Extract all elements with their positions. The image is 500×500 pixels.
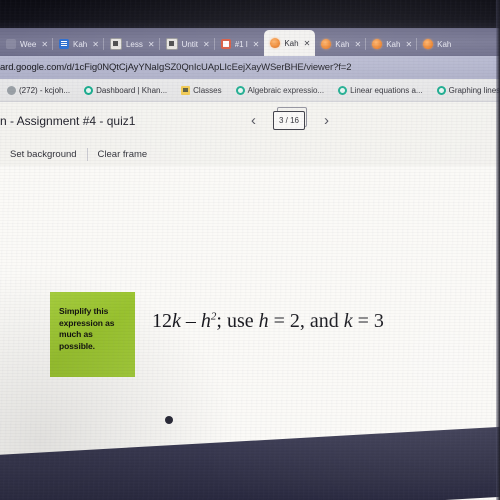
bookmark-label: Algebraic expressio...: [247, 85, 325, 95]
expr-lead: 12: [152, 310, 172, 332]
jamboard-icon: [423, 39, 434, 49]
browser-tab-5[interactable]: #1 l ✕: [213, 32, 265, 56]
blank-icon: [6, 39, 16, 49]
next-frame-button[interactable]: ›: [321, 111, 332, 130]
close-icon[interactable]: ✕: [304, 39, 311, 48]
bookmark-item[interactable]: Linear equations a...: [331, 85, 430, 95]
close-icon[interactable]: ✕: [92, 40, 99, 49]
bookmark-label: Dashboard | Khan...: [96, 85, 168, 95]
khan-academy-icon: [84, 85, 94, 95]
tab-label: Kah: [73, 39, 88, 49]
bookmark-item[interactable]: Classes: [174, 85, 228, 95]
bookmark-label: (272) - kcjoh...: [19, 85, 71, 95]
browser-tab-9[interactable]: Kah: [416, 32, 456, 56]
browser-tab-3[interactable]: Less ✕: [102, 32, 160, 56]
close-icon[interactable]: ✕: [203, 40, 210, 49]
browser-tab-2[interactable]: Kah ✕: [52, 32, 104, 56]
browser-tab-6-active[interactable]: Kah ✕: [264, 30, 316, 56]
tab-label: #1 l: [234, 39, 248, 49]
tab-label: Kah: [284, 38, 299, 48]
expr-var-k2: k: [343, 310, 353, 332]
expr-eq2: = 3: [352, 310, 384, 332]
browser-tab-8[interactable]: Kah ✕: [365, 32, 417, 56]
close-icon[interactable]: ✕: [253, 40, 260, 49]
bookmark-label: Linear equations a...: [350, 85, 423, 95]
tab-label: Wee: [20, 39, 37, 49]
bookmark-item[interactable]: (272) - kcjoh...: [0, 85, 77, 95]
close-icon[interactable]: ✕: [41, 40, 48, 49]
expr-var-k: k: [172, 310, 181, 332]
google-docs-icon: [59, 39, 70, 49]
jamboard-icon: [372, 39, 383, 49]
tab-label: Kah: [386, 39, 401, 49]
google-slides-icon: [109, 38, 122, 50]
blank-page-icon: [165, 38, 178, 50]
browser-tab-7[interactable]: Kah ✕: [314, 32, 366, 56]
khan-academy-icon: [235, 85, 245, 95]
expr-minus: –: [180, 310, 201, 332]
google-classroom-icon: [181, 85, 191, 95]
browser-window: Wee ✕ Kah ✕ Less ✕ Untit ✕ #1 l ✕ Kah ✕ …: [0, 28, 500, 500]
monitor-bezel-top: [0, 0, 500, 28]
app-header: n - Assignment #4 - quiz1 ‹ 3 / 16 ›: [0, 102, 500, 142]
bookmark-item[interactable]: Algebraic expressio...: [229, 85, 331, 95]
tab-label: Kah: [437, 39, 452, 49]
plain-icon: [7, 85, 16, 95]
clear-frame-button[interactable]: Clear frame: [88, 146, 158, 163]
bookmark-label: Classes: [193, 85, 222, 95]
screen-photo: Wee ✕ Kah ✕ Less ✕ Untit ✕ #1 l ✕ Kah ✕ …: [0, 0, 500, 500]
tab-label: Untit: [181, 39, 199, 49]
close-icon[interactable]: ✕: [148, 40, 155, 49]
close-icon[interactable]: ✕: [355, 40, 362, 49]
bookmark-item[interactable]: Dashboard | Khan...: [77, 85, 174, 95]
ink-dot[interactable]: [165, 416, 173, 424]
address-bar[interactable]: ard.google.com/d/1cFig0NQtCjAyYNaIgSZ0Qn…: [0, 56, 500, 79]
monitor-bezel-right: [496, 0, 500, 500]
tab-label: Less: [125, 39, 143, 49]
tab-strip: Wee ✕ Kah ✕ Less ✕ Untit ✕ #1 l ✕ Kah ✕ …: [0, 28, 500, 56]
math-expression[interactable]: 12k – h2; use h = 2, and k = 3: [152, 310, 384, 333]
frame-counter[interactable]: 3 / 16: [273, 107, 307, 130]
bookmark-label: Graphing lines a...: [448, 85, 500, 95]
browser-tab-4[interactable]: Untit ✕: [158, 32, 215, 56]
page-title: n - Assignment #4 - quiz1: [0, 114, 136, 128]
jamboard-icon: [321, 39, 332, 49]
frame-toolbar: Set background Clear frame: [0, 142, 500, 166]
bookmarks-bar: (272) - kcjoh... Dashboard | Khan... Cla…: [0, 79, 500, 102]
sticky-note-text: Simplify this expression as much as poss…: [59, 306, 115, 351]
tab-label: Kah: [335, 39, 350, 49]
frame-pager: ‹ 3 / 16 ›: [248, 107, 332, 130]
bookmark-item[interactable]: Graphing lines a...: [430, 85, 500, 95]
khan-academy-icon: [338, 85, 348, 95]
url-text: ard.google.com/d/1cFig0NQtCjAyYNaIgSZ0Qn…: [0, 62, 352, 73]
expr-var-h2: h: [258, 310, 269, 332]
sticky-note[interactable]: Simplify this expression as much as poss…: [50, 292, 135, 377]
expr-eq1: = 2, and: [268, 310, 344, 332]
expr-tail-1: ; use: [216, 310, 259, 332]
expr-var-h: h: [200, 310, 211, 332]
khan-academy-icon: [436, 85, 446, 95]
prev-frame-button[interactable]: ‹: [248, 111, 259, 130]
browser-tab-1[interactable]: Wee ✕: [0, 32, 53, 56]
frame-counter-label: 3 / 16: [273, 111, 305, 130]
jamboard-icon: [270, 38, 281, 48]
set-background-button[interactable]: Set background: [0, 146, 87, 163]
close-icon[interactable]: ✕: [405, 40, 412, 49]
google-sheets-icon: [220, 39, 231, 49]
